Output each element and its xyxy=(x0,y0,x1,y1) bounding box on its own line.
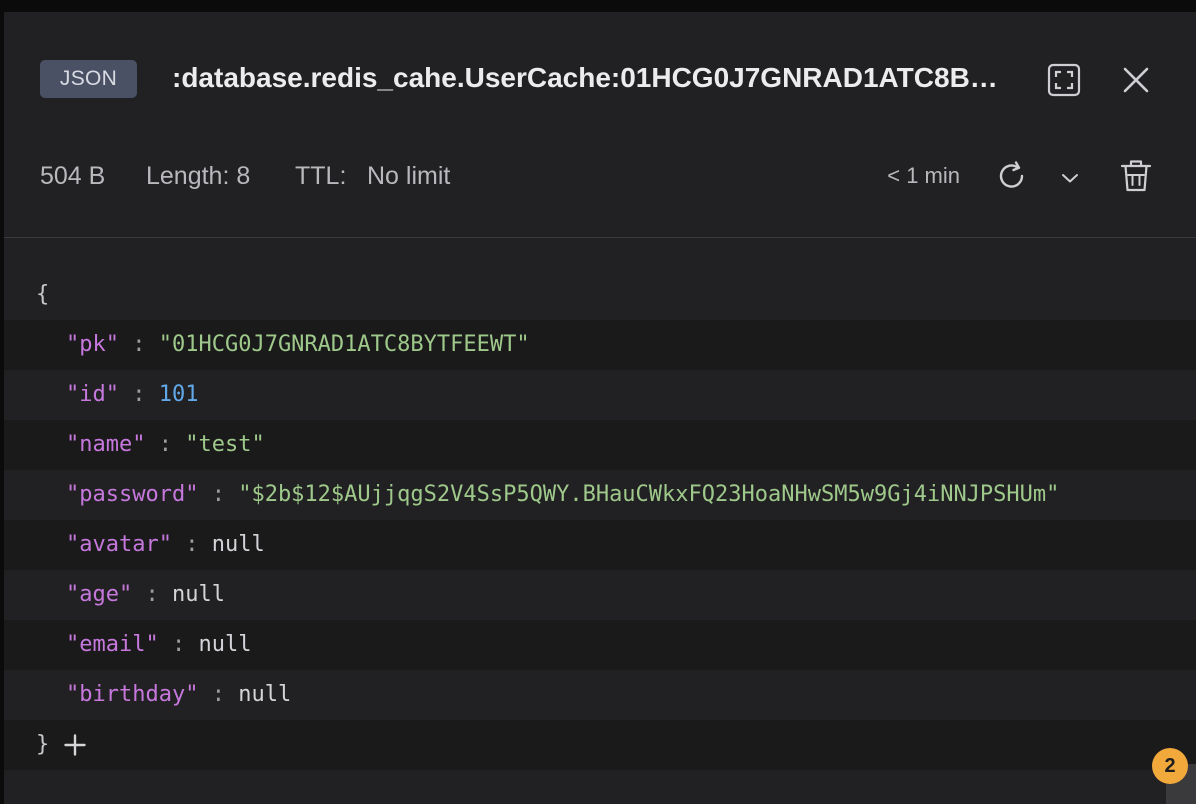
json-open-brace: { xyxy=(36,282,50,307)
json-field-value[interactable]: 101 xyxy=(159,382,199,407)
json-field-key: "birthday" xyxy=(66,682,199,707)
key-details-panel: JSON :database.redis_cahe.UserCache:01HC… xyxy=(4,12,1196,804)
chevron-down-icon xyxy=(1062,174,1078,183)
fullscreen-icon xyxy=(1047,63,1081,97)
delete-key-button[interactable] xyxy=(1116,156,1156,196)
json-field-value[interactable]: "$2b$12$AUjjqgS2V4SsP5QWY.BHauCWkxFQ23Ho… xyxy=(238,482,1059,507)
json-separator: : xyxy=(185,532,199,557)
refresh-options-dropdown[interactable] xyxy=(1056,164,1084,192)
json-close-line: } xyxy=(4,720,1196,770)
json-field-value[interactable]: "01HCG0J7GNRAD1ATC8BYTFEEWT" xyxy=(159,332,530,357)
add-field-button[interactable] xyxy=(62,720,88,770)
close-icon xyxy=(1123,67,1149,93)
json-field-row[interactable]: "avatar" : null xyxy=(4,520,1196,570)
json-field-row[interactable]: "pk" : "01HCG0J7GNRAD1ATC8BYTFEEWT" xyxy=(4,320,1196,370)
json-field-value[interactable]: null xyxy=(198,632,251,657)
json-separator: : xyxy=(145,582,159,607)
notification-badge[interactable]: 2 xyxy=(1152,748,1188,784)
close-button[interactable] xyxy=(1116,60,1156,100)
plus-icon xyxy=(64,734,86,756)
json-separator: : xyxy=(171,632,186,657)
json-field-row[interactable]: "email" : null xyxy=(4,620,1196,670)
key-type-badge: JSON xyxy=(40,60,137,98)
key-size: 504 B xyxy=(40,162,106,190)
json-field-row[interactable]: "age" : null xyxy=(4,570,1196,620)
json-field-key: "password" xyxy=(66,482,199,507)
json-separator: : xyxy=(132,382,146,407)
json-field-key: "email" xyxy=(66,632,159,657)
key-length: Length: 8 xyxy=(146,162,251,190)
json-field-value[interactable]: "test" xyxy=(185,432,264,457)
json-field-row[interactable]: "password" : "$2b$12$AUjjqgS2V4SsP5QWY.B… xyxy=(4,470,1196,520)
json-field-row[interactable]: "name" : "test" xyxy=(4,420,1196,470)
json-separator: : xyxy=(211,682,225,707)
key-details-header: JSON :database.redis_cahe.UserCache:01HC… xyxy=(4,12,1196,238)
json-separator: : xyxy=(211,482,225,507)
json-field-row[interactable]: "birthday" : null xyxy=(4,670,1196,720)
ttl-label: TTL: xyxy=(295,162,347,190)
json-field-key: "id" xyxy=(66,382,119,407)
json-field-key: "age" xyxy=(66,582,133,607)
json-field-value[interactable]: null xyxy=(238,682,291,707)
key-name: :database.redis_cahe.UserCache:01HCG0J7G… xyxy=(172,62,1012,93)
json-separator: : xyxy=(158,432,172,457)
json-field-row[interactable]: "id" : 101 xyxy=(4,370,1196,420)
trash-icon xyxy=(1120,160,1152,192)
refresh-icon xyxy=(999,161,1024,188)
json-close-brace: } xyxy=(36,732,50,757)
json-field-key: "pk" xyxy=(66,332,119,357)
json-field-key: "name" xyxy=(66,432,146,457)
json-separator: : xyxy=(132,332,146,357)
json-viewer: { "pk" : "01HCG0J7GNRAD1ATC8BYTFEEWT" "i… xyxy=(4,270,1196,770)
ttl-value[interactable]: No limit xyxy=(367,156,450,196)
header-divider xyxy=(4,237,1196,238)
json-open-line: { xyxy=(4,270,1196,320)
json-field-value[interactable]: null xyxy=(172,582,225,607)
json-field-key: "avatar" xyxy=(66,532,172,557)
last-refresh-time: < 1 min xyxy=(887,163,960,188)
refresh-button[interactable] xyxy=(992,156,1032,196)
json-field-value[interactable]: null xyxy=(212,532,265,557)
fullscreen-button[interactable] xyxy=(1044,60,1084,100)
